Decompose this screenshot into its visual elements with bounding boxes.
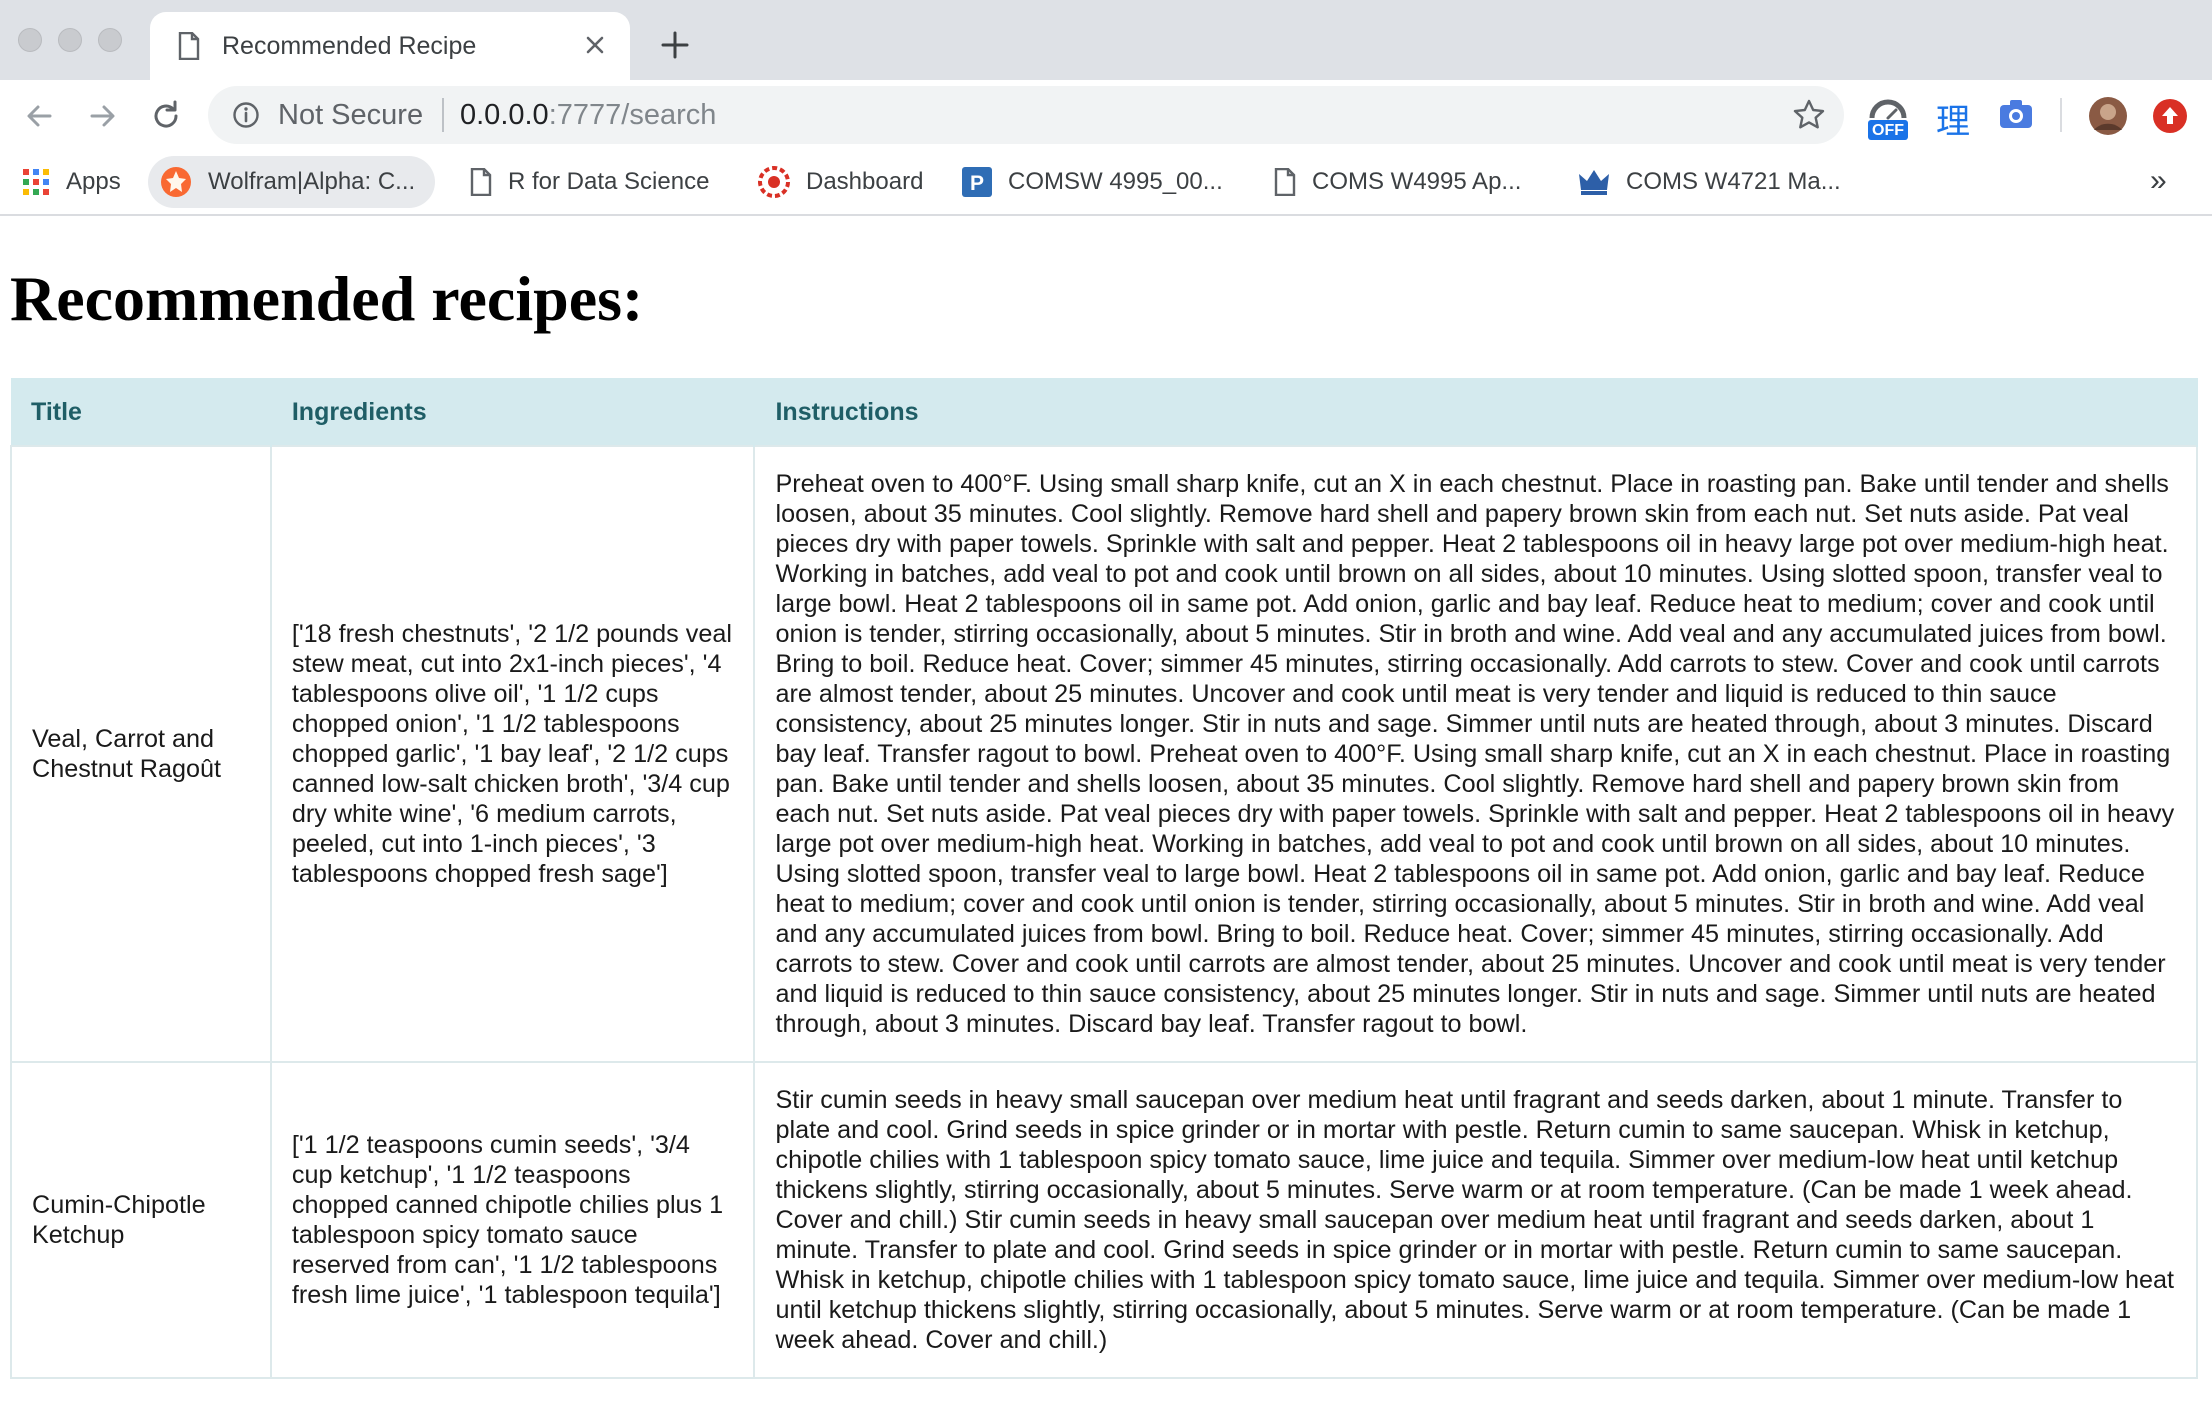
column-header-instructions: Instructions (754, 378, 2198, 446)
info-icon[interactable] (232, 101, 260, 134)
p-icon: P (962, 167, 992, 197)
omnibox-divider (442, 98, 444, 132)
browser-toolbar: Not Secure 0.0.0.0:7777/search OFF 理 (0, 80, 2212, 152)
extension-badge: OFF (1872, 122, 1904, 139)
table-row: Veal, Carrot and Chestnut Ragoût ['18 fr… (10, 445, 2198, 1063)
bookmark-label: Dashboard (806, 168, 924, 195)
bookmark-r-for-data-science[interactable]: R for Data Science (470, 156, 709, 208)
bookmark-label: Wolfram|Alpha: C... (208, 168, 416, 195)
apps-grid-icon (22, 168, 50, 196)
dashboard-icon (758, 166, 790, 198)
bookmark-wolfram[interactable]: Wolfram|Alpha: C... (148, 156, 436, 208)
table-header-row: Title Ingredients Instructions (11, 378, 2198, 446)
recipe-title-cell: Cumin-Chipotle Ketchup (10, 1061, 272, 1379)
camera-extension-icon[interactable] (1998, 98, 2034, 135)
bookmark-comsw-4995-00[interactable]: P COMSW 4995_00... (962, 156, 1223, 208)
page-content: Recommended recipes: Title Ingredients I… (0, 216, 2212, 1420)
recipe-instructions-cell: Preheat oven to 400°F. Using small sharp… (753, 445, 2198, 1063)
maximize-window-button[interactable] (98, 28, 122, 52)
url-path: :7777/search (548, 99, 717, 131)
bookmark-star-icon[interactable] (1792, 98, 1826, 137)
wolfram-icon (160, 166, 192, 198)
close-tab-icon[interactable] (580, 30, 610, 60)
crown-icon (1578, 168, 1610, 196)
column-header-title: Title (11, 378, 272, 446)
bookmark-label: R for Data Science (508, 168, 710, 195)
page-title: Recommended recipes: (10, 263, 644, 334)
recipes-table: Title Ingredients Instructions Veal, Car… (10, 378, 2198, 1379)
forward-icon[interactable] (82, 96, 122, 136)
toolbar-divider (2060, 98, 2062, 132)
back-icon[interactable] (20, 96, 60, 136)
avatar[interactable] (2088, 96, 2128, 141)
url-host: 0.0.0.0 (460, 99, 549, 131)
svg-text:P: P (970, 172, 984, 195)
translate-extension-icon[interactable]: 理 (1936, 94, 1970, 143)
bookmark-label: COMS W4721 Ma... (1626, 168, 1841, 195)
recipe-ingredients-cell: ['1 1/2 teaspoons cumin seeds', '3/4 cup… (269, 1061, 756, 1379)
bookmark-coms-w4995-ap[interactable]: COMS W4995 Ap... (1274, 156, 1521, 208)
table-row: Cumin-Chipotle Ketchup ['1 1/2 teaspoons… (10, 1061, 2198, 1379)
minimize-window-button[interactable] (58, 28, 82, 52)
bookmark-label: Apps (66, 168, 121, 195)
reload-icon[interactable] (146, 96, 186, 136)
tab-title: Recommended Recipe (222, 32, 477, 60)
recipe-instructions-cell: Stir cumin seeds in heavy small saucepan… (753, 1061, 2198, 1379)
column-header-ingredients: Ingredients (270, 378, 756, 446)
close-window-button[interactable] (18, 28, 42, 52)
update-icon[interactable] (2152, 98, 2188, 139)
bookmarks-bar: Apps Wolfram|Alpha: C... R for Data Scie… (0, 152, 2212, 216)
bookmark-coms-w4721-ma[interactable]: COMS W4721 Ma... (1578, 156, 1841, 208)
active-tab[interactable]: Recommended Recipe (150, 12, 630, 80)
speed-extension-icon[interactable]: OFF (1866, 96, 1910, 142)
document-icon (470, 168, 492, 196)
tab-strip: Recommended Recipe (0, 0, 2212, 80)
new-tab-icon[interactable] (660, 30, 690, 60)
document-icon (178, 31, 200, 65)
bookmark-label: COMS W4995 Ap... (1312, 168, 1522, 195)
bookmarks-overflow-icon[interactable]: » (2150, 164, 2167, 198)
document-icon (1274, 168, 1296, 196)
address-bar[interactable]: Not Secure 0.0.0.0:7777/search (208, 86, 1844, 144)
security-status[interactable]: Not Secure (278, 99, 423, 132)
bookmark-dashboard[interactable]: Dashboard (758, 156, 923, 208)
bookmark-apps[interactable]: Apps (22, 156, 121, 208)
recipe-ingredients-cell: ['18 fresh chestnuts', '2 1/2 pounds vea… (269, 445, 756, 1063)
recipe-title-cell: Veal, Carrot and Chestnut Ragoût (10, 445, 272, 1063)
bookmark-label: COMSW 4995_00... (1008, 168, 1223, 195)
url-text[interactable]: 0.0.0.0:7777/search (460, 99, 716, 132)
